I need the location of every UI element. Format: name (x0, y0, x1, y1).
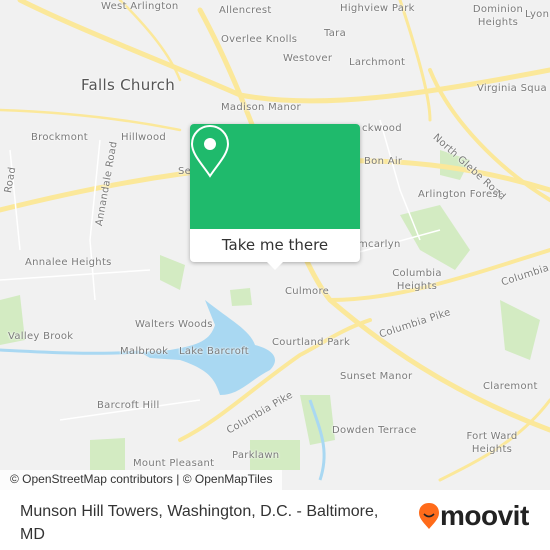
map-label: Lake Barcroft (179, 346, 250, 357)
map-attribution[interactable]: © OpenStreetMap contributors | © OpenMap… (0, 470, 283, 490)
map-label: Dominion Heights (472, 4, 524, 28)
map-label: Virginia Squa (477, 83, 547, 94)
location-title: Munson Hill Towers, Washington, D.C. - B… (20, 503, 379, 543)
map-label: Westover (283, 53, 333, 64)
map[interactable]: West Arlington Allencrest Highview Park … (0, 0, 550, 490)
map-label: Parklawn (232, 450, 280, 461)
moovit-pin-icon (419, 503, 439, 529)
map-label: West Arlington (101, 1, 179, 12)
location-popup[interactable]: Take me there (190, 124, 360, 270)
map-label: Brockmont (31, 132, 88, 143)
map-label: Bon Air (364, 156, 403, 167)
map-label: Annalee Heights (25, 257, 112, 268)
popup-pointer (267, 262, 283, 270)
map-label: ckwood (362, 123, 402, 134)
map-label: Barcroft Hill (97, 400, 160, 411)
map-label: Arlington Forest (418, 189, 503, 200)
moovit-logo: moovit (418, 500, 529, 532)
map-label: mcarlyn (358, 239, 401, 250)
map-label: Sunset Manor (340, 371, 413, 382)
map-label: Tara (324, 28, 347, 39)
map-label: Malbrook (120, 346, 169, 357)
map-label: Courtland Park (272, 337, 351, 348)
map-label: Claremont (483, 381, 538, 392)
map-label: Lyon (525, 9, 550, 20)
map-label: Columbia Heights (392, 268, 442, 292)
map-label: Valley Brook (8, 331, 74, 342)
map-label: Fort Ward Heights (466, 431, 518, 455)
take-me-there-button[interactable]: Take me there (190, 229, 360, 262)
map-label: Mount Pleasant (133, 458, 215, 469)
map-label: Falls Church (81, 76, 176, 94)
map-label: Madison Manor (221, 102, 301, 113)
map-pin-icon (190, 124, 230, 178)
map-label: Culmore (285, 286, 330, 297)
moovit-wordmark: moovit (440, 500, 529, 531)
map-label: Overlee Knolls (221, 34, 298, 45)
map-label: Highview Park (340, 3, 415, 14)
map-label: Hillwood (121, 132, 167, 143)
map-label: Larchmont (349, 57, 406, 68)
map-label: Walters Woods (135, 319, 213, 330)
map-label: Dowden Terrace (332, 425, 417, 436)
map-label: Allencrest (219, 5, 272, 16)
